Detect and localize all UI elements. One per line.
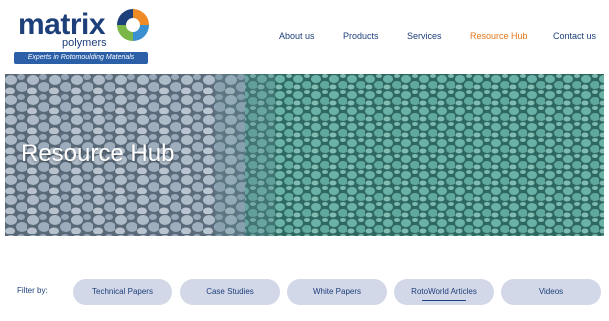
logo-swirl-icon bbox=[117, 9, 149, 41]
filter-white-papers[interactable]: White Papers bbox=[287, 279, 387, 305]
filter-option-label: Case Studies bbox=[206, 287, 254, 296]
nav-contact-us[interactable]: Contact us bbox=[553, 30, 596, 42]
filter-technical-papers[interactable]: Technical Papers bbox=[73, 279, 172, 305]
filter-option-label: White Papers bbox=[312, 287, 362, 296]
site-header: matrix polymers Experts in Rotomoulding … bbox=[0, 0, 609, 70]
nav-resource-hub[interactable]: Resource Hub bbox=[470, 30, 528, 42]
nav-about-us[interactable]: About us bbox=[279, 30, 315, 42]
hero-title: Resource Hub bbox=[21, 140, 175, 167]
hero-banner: Resource Hub bbox=[5, 74, 604, 236]
logo-tagline: Experts in Rotomoulding Materials bbox=[14, 52, 148, 64]
nav-services[interactable]: Services bbox=[407, 30, 442, 42]
filter-videos[interactable]: Videos bbox=[501, 279, 601, 305]
filter-case-studies[interactable]: Case Studies bbox=[180, 279, 280, 305]
filter-option-label: RotoWorld Articles bbox=[411, 287, 477, 296]
filter-option-label: Videos bbox=[538, 287, 564, 296]
filter-option-label: Technical Papers bbox=[92, 287, 153, 296]
selected-underline bbox=[422, 299, 466, 301]
filter-label: Filter by: bbox=[17, 286, 48, 295]
nav-products[interactable]: Products bbox=[343, 30, 379, 42]
logo-subtitle: polymers bbox=[62, 37, 107, 49]
site-logo[interactable]: matrix polymers Experts in Rotomoulding … bbox=[14, 6, 154, 66]
filter-rotoworld-articles[interactable]: RotoWorld Articles bbox=[394, 279, 494, 305]
